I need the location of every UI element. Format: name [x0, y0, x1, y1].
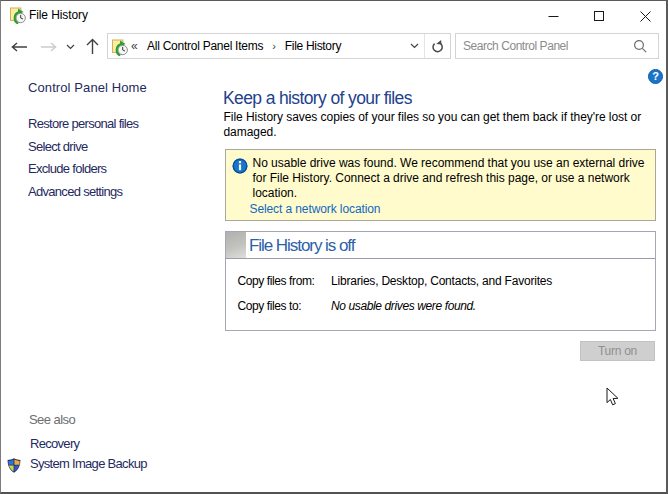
title-bar: File History	[1, 1, 666, 32]
breadcrumb-separator-icon: ›	[272, 40, 276, 52]
sidebar-item-system-image-backup[interactable]: System Image Backup	[30, 456, 147, 471]
address-bar[interactable]: « All Control Panel Items › File History	[107, 33, 451, 59]
search-icon[interactable]	[633, 39, 648, 54]
notice-line-1: No usable drive was found. We recommend …	[253, 156, 645, 171]
breadcrumb-file-history[interactable]: File History	[285, 39, 341, 53]
sidebar-item-exclude-folders[interactable]: Exclude folders	[28, 161, 106, 176]
status-panel-title: File History is off	[249, 236, 354, 256]
file-history-app-icon	[9, 7, 26, 24]
help-icon[interactable]: ?	[648, 69, 663, 84]
minimize-button[interactable]	[530, 1, 576, 31]
no-drive-notice: No usable drive was found. We recommend …	[225, 149, 656, 221]
copy-files-from-label: Copy files from:	[238, 274, 315, 288]
copy-files-to-label: Copy files to:	[238, 299, 302, 313]
sidebar-item-restore-personal-files[interactable]: Restore personal files	[28, 116, 138, 131]
navigation-toolbar: « All Control Panel Items › File History	[1, 32, 666, 63]
sidebar-item-advanced-settings[interactable]: Advanced settings	[28, 184, 122, 199]
file-history-window: File History	[0, 0, 668, 494]
description-line-1: File History saves copies of your files …	[224, 110, 642, 126]
uac-shield-icon	[7, 458, 21, 473]
page-description: File History saves copies of your files …	[224, 110, 642, 141]
sidebar-item-recovery[interactable]: Recovery	[30, 436, 79, 451]
back-button[interactable]	[10, 41, 28, 53]
status-panel-header: File History is off	[226, 232, 655, 259]
breadcrumb-all-control-panel-items[interactable]: All Control Panel Items	[147, 39, 263, 53]
turn-on-button[interactable]: Turn on	[580, 341, 655, 361]
maximize-button[interactable]	[576, 1, 622, 31]
notice-message: No usable drive was found. We recommend …	[253, 156, 645, 202]
file-history-status-panel: File History is off Copy files from: Lib…	[225, 231, 656, 331]
mouse-cursor	[606, 387, 619, 407]
file-history-address-icon	[111, 39, 128, 56]
status-panel-icon-placeholder	[226, 232, 246, 258]
notice-line-3: location.	[253, 186, 645, 201]
search-input[interactable]	[456, 34, 632, 58]
page-title: Keep a history of your files	[223, 88, 412, 109]
description-line-2: damaged.	[224, 125, 642, 141]
search-box	[455, 33, 659, 59]
up-button[interactable]	[86, 38, 99, 55]
address-dropdown-chevron-icon[interactable]	[404, 34, 424, 58]
sidebar-item-select-drive[interactable]: Select drive	[28, 139, 88, 154]
see-also-label: See also	[29, 412, 75, 427]
sidebar-item-control-panel-home[interactable]: Control Panel Home	[28, 80, 147, 95]
select-network-location-link[interactable]: Select a network location	[250, 202, 381, 216]
info-icon	[232, 158, 248, 174]
recent-pages-chevron-icon[interactable]	[66, 44, 75, 50]
copy-files-from-value: Libraries, Desktop, Contacts, and Favori…	[331, 274, 552, 288]
close-button[interactable]	[622, 1, 668, 31]
window-title: File History	[29, 8, 88, 22]
forward-button[interactable]	[40, 41, 58, 53]
window-controls	[530, 1, 668, 31]
copy-files-to-value: No usable drives were found.	[331, 299, 476, 313]
breadcrumb-overflow-icon[interactable]: «	[131, 39, 138, 53]
notice-line-2: for File History. Connect a drive and re…	[253, 171, 645, 186]
refresh-button[interactable]	[424, 34, 450, 58]
